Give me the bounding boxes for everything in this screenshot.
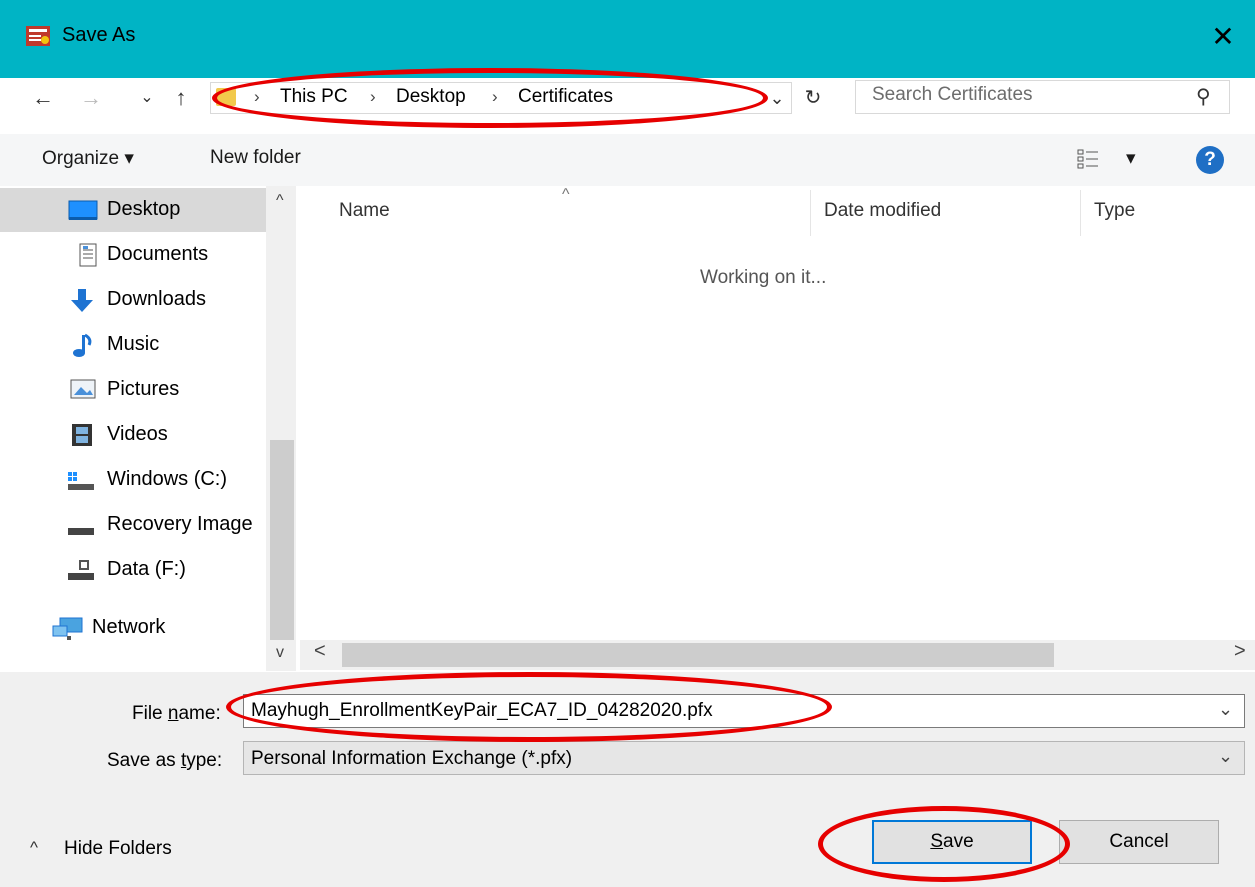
column-header-type[interactable]: Type (1094, 200, 1135, 222)
hide-folders-chevron-icon[interactable]: ^ (30, 838, 38, 858)
drive-icon (66, 513, 94, 537)
sidebar-item-videos[interactable]: Videos (0, 413, 266, 457)
save-button[interactable]: Save (872, 820, 1032, 864)
view-details-icon[interactable] (1076, 146, 1106, 172)
back-arrow-icon[interactable]: ← (30, 82, 56, 114)
save-as-type-label: Save as type: (107, 750, 223, 771)
breadcrumb-separator[interactable]: › (492, 83, 498, 111)
sort-ascending-icon: ^ (562, 186, 570, 203)
pictures-icon (70, 378, 96, 402)
sidebar-item-recovery-image[interactable]: Recovery Image (0, 503, 266, 547)
column-divider[interactable] (810, 190, 811, 236)
sidebar-item-label: Videos (107, 423, 168, 445)
sidebar-item-downloads[interactable]: Downloads (0, 278, 266, 322)
sidebar-item-documents[interactable]: Documents (0, 233, 266, 277)
sidebar-item-label: Documents (107, 243, 209, 265)
sidebar-item-label: Desktop (107, 198, 181, 220)
view-options-chevron-icon[interactable]: ▾ (1126, 147, 1136, 170)
column-header-name[interactable]: Name (339, 200, 390, 222)
save-as-type-dropdown-icon[interactable]: ⌄ (1218, 746, 1233, 767)
help-icon[interactable]: ? (1196, 146, 1224, 174)
search-icon[interactable]: ⚲ (1196, 84, 1211, 109)
file-name-label: File name: (132, 703, 221, 724)
network-icon (52, 616, 83, 640)
address-dropdown-icon[interactable]: ⌄ (764, 82, 790, 114)
file-name-dropdown-icon[interactable]: ⌄ (1218, 699, 1233, 720)
windows-drive-icon (66, 468, 94, 492)
title-bar (0, 0, 1255, 78)
sidebar-item-desktop[interactable]: Desktop (0, 188, 266, 232)
music-icon (70, 333, 96, 357)
folder-icon (216, 88, 236, 106)
organize-button[interactable]: Organize ▾ (42, 147, 134, 170)
certificate-export-icon (24, 22, 52, 50)
file-name-value[interactable]: Mayhugh_EnrollmentKeyPair_ECA7_ID_042820… (251, 700, 713, 722)
sidebar-item-pictures[interactable]: Pictures (0, 368, 266, 412)
file-list (300, 186, 1255, 646)
breadcrumb-separator: › (254, 87, 260, 106)
documents-icon (78, 243, 104, 267)
sidebar-scroll-thumb[interactable] (270, 440, 294, 640)
hide-folders-button[interactable]: Hide Folders (64, 838, 172, 860)
scroll-up-icon[interactable]: ^ (276, 192, 284, 210)
column-divider[interactable] (1080, 190, 1081, 236)
desktop-icon (68, 198, 98, 222)
scroll-down-icon[interactable]: v (276, 644, 284, 662)
sidebar-item-label: Network (92, 616, 166, 638)
window-title: Save As (62, 24, 136, 46)
loading-status: Working on it... (700, 267, 827, 288)
breadcrumb-certificates[interactable]: Certificates (518, 83, 613, 111)
sidebar-item-label: Pictures (107, 378, 180, 400)
sidebar-item-label: Recovery Image (107, 513, 253, 535)
search-placeholder: Search Certificates (872, 84, 1033, 105)
sidebar-item-label: Data (F:) (107, 558, 186, 580)
refresh-icon[interactable]: ↻ (800, 82, 826, 114)
recent-locations-chevron-icon[interactable]: ⌄ (134, 82, 160, 114)
breadcrumb-separator[interactable]: › (370, 83, 376, 111)
cancel-button[interactable]: Cancel (1059, 820, 1219, 864)
sidebar-item-label: Downloads (107, 288, 206, 310)
sidebar-item-network[interactable]: Network (0, 606, 266, 650)
breadcrumb-desktop[interactable]: Desktop (396, 83, 466, 111)
scroll-right-icon[interactable]: > (1234, 640, 1246, 663)
sidebar-item-music[interactable]: Music (0, 323, 266, 367)
new-folder-button[interactable]: New folder (210, 147, 301, 169)
save-as-type-value[interactable]: Personal Information Exchange (*.pfx) (251, 748, 572, 770)
up-arrow-icon[interactable]: ↑ (168, 82, 194, 114)
downloads-icon (68, 288, 94, 312)
column-header-date-modified[interactable]: Date modified (824, 200, 941, 222)
videos-icon (70, 423, 96, 447)
command-bar (0, 134, 1255, 186)
close-button[interactable]: ✕ (1200, 14, 1246, 60)
sidebar-item-windows-c[interactable]: Windows (C:) (0, 458, 266, 502)
sidebar-item-label: Music (107, 333, 160, 355)
breadcrumb-this-pc[interactable]: This PC (280, 83, 348, 111)
scroll-left-icon[interactable]: < (314, 640, 326, 663)
sidebar-item-label: Windows (C:) (107, 468, 228, 490)
forward-arrow-icon[interactable]: → (78, 82, 104, 114)
drive-icon (66, 558, 94, 582)
sidebar-item-data-f[interactable]: Data (F:) (0, 548, 266, 592)
horizontal-scroll-thumb[interactable] (342, 643, 1054, 667)
